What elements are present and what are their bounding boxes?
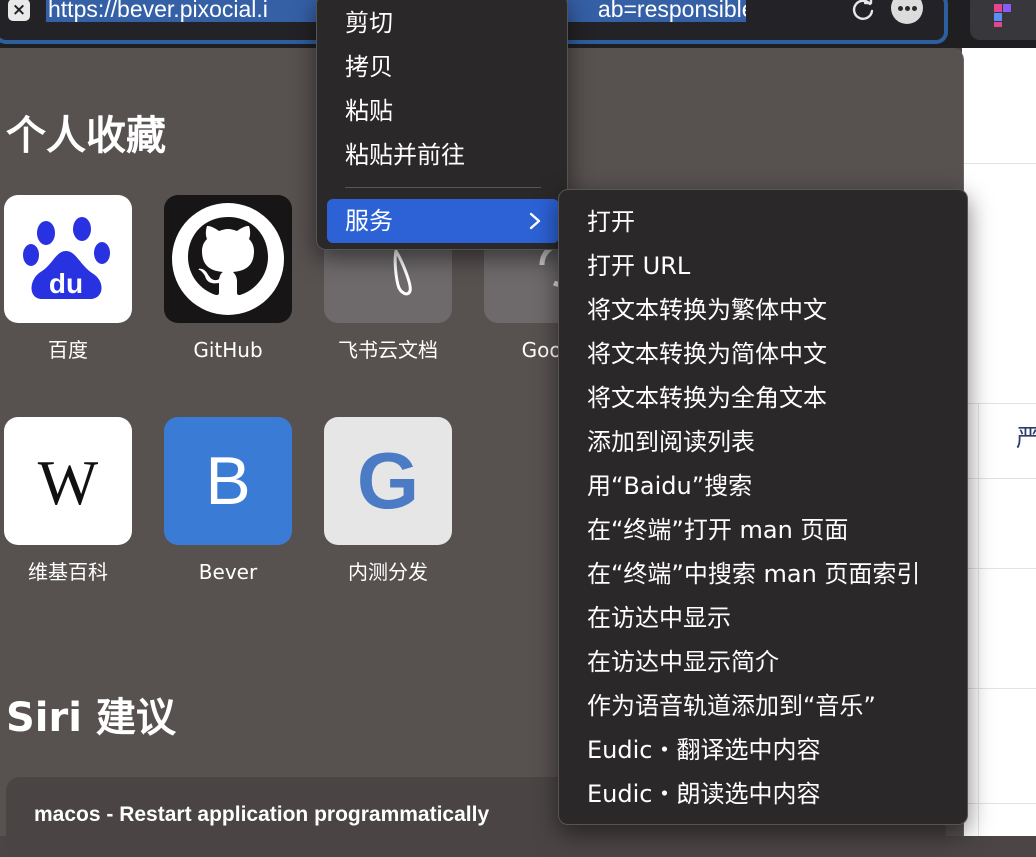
service-terminal-man-page[interactable]: 在“终端”打开 man 页面 — [587, 515, 848, 545]
tab-favicon-icon — [994, 4, 1011, 27]
svg-text:du: du — [49, 268, 83, 299]
siri-suggestions-title: Siri 建议 — [6, 695, 176, 741]
favorite-tile-github[interactable]: GitHub — [164, 195, 292, 363]
service-show-in-finder[interactable]: 在访达中显示 — [587, 603, 731, 633]
service-add-to-music[interactable]: 作为语音轨道添加到“音乐” — [587, 691, 876, 721]
service-baidu-search[interactable]: 用“Baidu”搜索 — [587, 471, 752, 501]
divider — [978, 403, 979, 836]
divider — [962, 568, 1036, 569]
favorite-label: 维基百科 — [28, 560, 108, 584]
page-text-fragment: 严 — [1016, 424, 1036, 452]
favorite-tile-baidu[interactable]: du 百度 — [4, 195, 132, 363]
github-logo-icon — [164, 195, 292, 323]
divider — [962, 403, 1036, 404]
url-right-part: ab=responsible — [597, 0, 746, 22]
favorite-label: 百度 — [48, 338, 88, 362]
menu-item-paste[interactable]: 粘贴 — [345, 96, 393, 126]
divider — [962, 688, 1036, 689]
favorites-title: 个人收藏 — [6, 113, 166, 159]
services-label: 服务 — [345, 207, 393, 235]
favorite-tile-wikipedia[interactable]: W 维基百科 — [4, 417, 132, 585]
service-open[interactable]: 打开 — [587, 207, 635, 237]
menu-item-services[interactable]: 服务 — [327, 199, 559, 243]
divider — [962, 478, 1036, 479]
favorite-label: GitHub — [193, 338, 263, 362]
favorite-tile-neice[interactable]: G 内测分发 — [324, 417, 452, 585]
web-page-content: 严 — [962, 48, 1036, 836]
menu-item-paste-and-go[interactable]: 粘贴并前往 — [345, 140, 465, 170]
google-g-icon: G — [324, 417, 452, 545]
browser-tab[interactable] — [970, 0, 1036, 40]
bever-letter-icon: B — [164, 417, 292, 545]
baidu-logo-icon: du — [4, 195, 132, 323]
wikipedia-logo-icon: W — [4, 417, 132, 545]
service-terminal-man-search[interactable]: 在“终端”中搜索 man 页面索引 — [587, 559, 920, 589]
url-left-part: https://bever.pixocial.i — [48, 0, 268, 22]
reload-icon[interactable] — [850, 0, 876, 22]
context-menu: 剪切 拷贝 粘贴 粘贴并前往 服务 — [316, 0, 568, 250]
bever-glyph: B — [205, 443, 251, 519]
service-open-url[interactable]: 打开 URL — [587, 251, 690, 281]
service-eudic-read[interactable]: Eudic・朗读选中内容 — [587, 779, 820, 809]
g-glyph: G — [356, 436, 420, 525]
more-options-icon[interactable] — [891, 0, 923, 24]
menu-separator — [345, 187, 541, 188]
service-to-simplified[interactable]: 将文本转换为简体中文 — [587, 339, 827, 369]
clear-url-icon[interactable]: × — [8, 0, 30, 21]
menu-item-copy[interactable]: 拷贝 — [345, 52, 393, 82]
divider — [962, 803, 1036, 804]
favorite-label: Bever — [198, 560, 258, 584]
favorite-tile-bever[interactable]: B Bever — [164, 417, 292, 585]
menu-item-cut[interactable]: 剪切 — [345, 8, 393, 38]
chevron-right-icon — [529, 212, 541, 230]
service-to-fullwidth[interactable]: 将文本转换为全角文本 — [587, 383, 827, 413]
favorite-label: 飞书云文档 — [338, 338, 438, 362]
service-show-info-in-finder[interactable]: 在访达中显示简介 — [587, 647, 779, 677]
service-add-reading-list[interactable]: 添加到阅读列表 — [587, 427, 755, 457]
wikipedia-glyph: W — [37, 447, 99, 518]
service-to-traditional[interactable]: 将文本转换为繁体中文 — [587, 295, 827, 325]
divider — [962, 163, 1036, 164]
suggestion-title: macos - Restart application programmatic… — [34, 803, 490, 826]
favorite-label: 内测分发 — [348, 560, 428, 584]
services-submenu: 打开 打开 URL 将文本转换为繁体中文 将文本转换为简体中文 将文本转换为全角… — [558, 189, 968, 825]
service-eudic-translate[interactable]: Eudic・翻译选中内容 — [587, 735, 820, 765]
